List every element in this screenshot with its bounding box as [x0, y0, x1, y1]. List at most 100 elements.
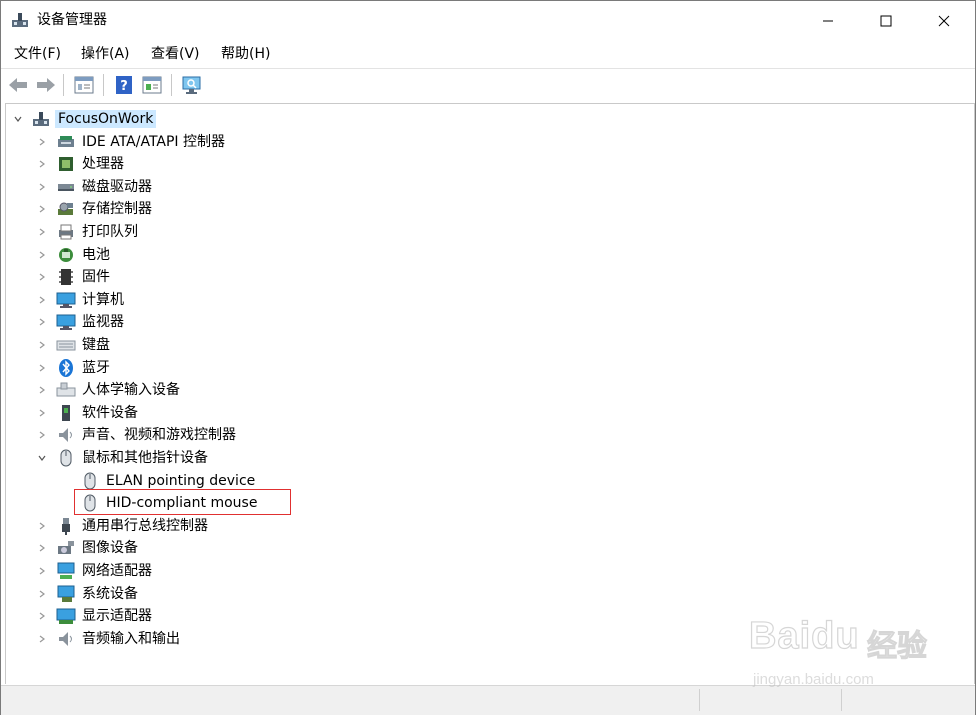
properties-button[interactable] — [73, 74, 95, 96]
tree-category-node[interactable]: 处理器 — [6, 153, 966, 175]
menu-help[interactable]: 帮助(H) — [221, 45, 270, 63]
collapse-chevron-icon[interactable] — [36, 452, 48, 464]
disk-drive-icon — [58, 183, 74, 191]
tree-category-node[interactable]: IDE ATA/ATAPI 控制器 — [6, 131, 966, 153]
expand-chevron-icon[interactable] — [36, 181, 48, 193]
forward-icon — [37, 78, 55, 92]
monitor-icon — [56, 314, 76, 331]
software-device-icon — [62, 404, 70, 421]
expand-chevron-icon[interactable] — [36, 542, 48, 554]
category-label: 鼠标和其他指针设备 — [82, 450, 208, 466]
expand-chevron-icon[interactable] — [36, 136, 48, 148]
scan-hardware-button[interactable] — [181, 74, 203, 96]
computer-icon — [33, 112, 49, 126]
expand-chevron-icon[interactable] — [36, 271, 48, 283]
category-label: 系统设备 — [82, 585, 138, 602]
help-button[interactable]: ? — [113, 74, 135, 96]
mouse-icon — [60, 449, 72, 467]
tree-category-node[interactable]: 电池 — [6, 244, 966, 266]
expand-chevron-icon[interactable] — [36, 610, 48, 622]
minimize-button[interactable] — [799, 1, 857, 41]
category-label: 通用串行总线控制器 — [82, 517, 208, 534]
tree-category-node[interactable]: 存储控制器 — [6, 198, 966, 220]
category-label: 键盘 — [82, 337, 110, 353]
menu-action[interactable]: 操作(A) — [81, 45, 130, 63]
processor-icon — [59, 157, 73, 172]
toolbar: ? — [1, 68, 975, 101]
expand-chevron-icon[interactable] — [36, 429, 48, 441]
tree-category-node[interactable]: 固件 — [6, 266, 966, 288]
window-title: 设备管理器 — [37, 12, 107, 28]
close-button[interactable] — [915, 1, 973, 41]
expand-chevron-icon[interactable] — [36, 633, 48, 645]
expand-chevron-icon[interactable] — [36, 226, 48, 238]
expand-chevron-icon[interactable] — [36, 316, 48, 328]
tree-category-node[interactable]: 图像设备 — [6, 537, 966, 559]
tree-category-node[interactable]: 声音、视频和游戏控制器 — [6, 424, 966, 446]
expand-chevron-icon[interactable] — [36, 339, 48, 351]
tree-category-node[interactable]: 磁盘驱动器 — [6, 176, 966, 198]
sound-icon — [59, 428, 72, 443]
toolbar-separator — [63, 74, 64, 96]
expand-chevron-icon[interactable] — [36, 384, 48, 396]
tree-category-node[interactable]: 计算机 — [6, 289, 966, 311]
back-icon — [9, 78, 27, 92]
back-button[interactable] — [7, 74, 29, 96]
highlight-annotation-box — [74, 489, 291, 515]
forward-button[interactable] — [35, 74, 57, 96]
toolbar-separator — [103, 74, 104, 96]
tree-category-node[interactable]: 蓝牙 — [6, 357, 966, 379]
category-label: 磁盘驱动器 — [82, 178, 152, 195]
bluetooth-icon — [59, 358, 73, 377]
svg-text:?: ? — [120, 79, 128, 94]
tree-category-node[interactable]: 监视器 — [6, 311, 966, 333]
toolbar-separator — [171, 74, 172, 96]
category-label: 打印队列 — [82, 224, 138, 240]
expand-chevron-icon[interactable] — [36, 294, 48, 306]
close-icon — [938, 15, 950, 27]
tree-category-node[interactable]: 系统设备 — [6, 583, 966, 605]
expand-chevron-icon[interactable] — [36, 588, 48, 600]
tree-category-node[interactable]: 网络适配器 — [6, 560, 966, 582]
expand-chevron-icon[interactable] — [36, 407, 48, 419]
category-label: 处理器 — [82, 156, 124, 173]
category-label: IDE ATA/ATAPI 控制器 — [82, 133, 226, 150]
tree-category-node[interactable]: 软件设备 — [6, 402, 966, 424]
tree-category-node[interactable]: 鼠标和其他指针设备 — [6, 447, 966, 469]
collapse-chevron-icon[interactable] — [12, 113, 24, 125]
tree-category-node[interactable]: 人体学输入设备 — [6, 379, 966, 401]
category-label: 计算机 — [82, 291, 124, 308]
expand-chevron-icon[interactable] — [36, 362, 48, 374]
view-icon — [142, 76, 162, 94]
properties-icon — [74, 76, 94, 94]
tree-category-node[interactable]: 键盘 — [6, 334, 966, 356]
usb-icon — [62, 517, 70, 535]
display-adapter-icon — [56, 608, 76, 625]
ide-controller-icon — [58, 135, 74, 147]
expand-chevron-icon[interactable] — [36, 158, 48, 170]
expand-chevron-icon[interactable] — [36, 565, 48, 577]
imaging-icon — [58, 541, 74, 555]
tree-category-node[interactable]: 打印队列 — [6, 221, 966, 243]
category-label: 软件设备 — [82, 404, 138, 421]
status-divider — [699, 689, 700, 711]
view-button[interactable] — [141, 74, 163, 96]
category-label: 网络适配器 — [82, 563, 152, 579]
menu-file[interactable]: 文件(F) — [14, 45, 61, 63]
expand-chevron-icon[interactable] — [36, 520, 48, 532]
category-label: 监视器 — [82, 314, 124, 331]
expand-chevron-icon[interactable] — [36, 249, 48, 261]
system-device-icon — [57, 585, 75, 602]
device-manager-window: 设备管理器 文件(F) 操作(A) 查看(V) 帮助(H) ? FocusOnW… — [0, 0, 976, 715]
expand-chevron-icon[interactable] — [36, 203, 48, 215]
tree-root-node[interactable]: FocusOnWork — [6, 108, 966, 130]
network-adapter-icon — [57, 562, 75, 579]
category-label: 图像设备 — [82, 540, 138, 557]
menu-view[interactable]: 查看(V) — [151, 45, 200, 63]
category-label: 蓝牙 — [82, 359, 110, 376]
tree-category-node[interactable]: 通用串行总线控制器 — [6, 515, 966, 537]
category-label: 固件 — [82, 269, 110, 286]
device-tree: FocusOnWork IDE ATA/ATAPI 控制器 处理器磁盘驱动器存储控制… — [5, 103, 975, 684]
device-manager-app-icon — [12, 13, 28, 27]
maximize-button[interactable] — [857, 1, 915, 41]
